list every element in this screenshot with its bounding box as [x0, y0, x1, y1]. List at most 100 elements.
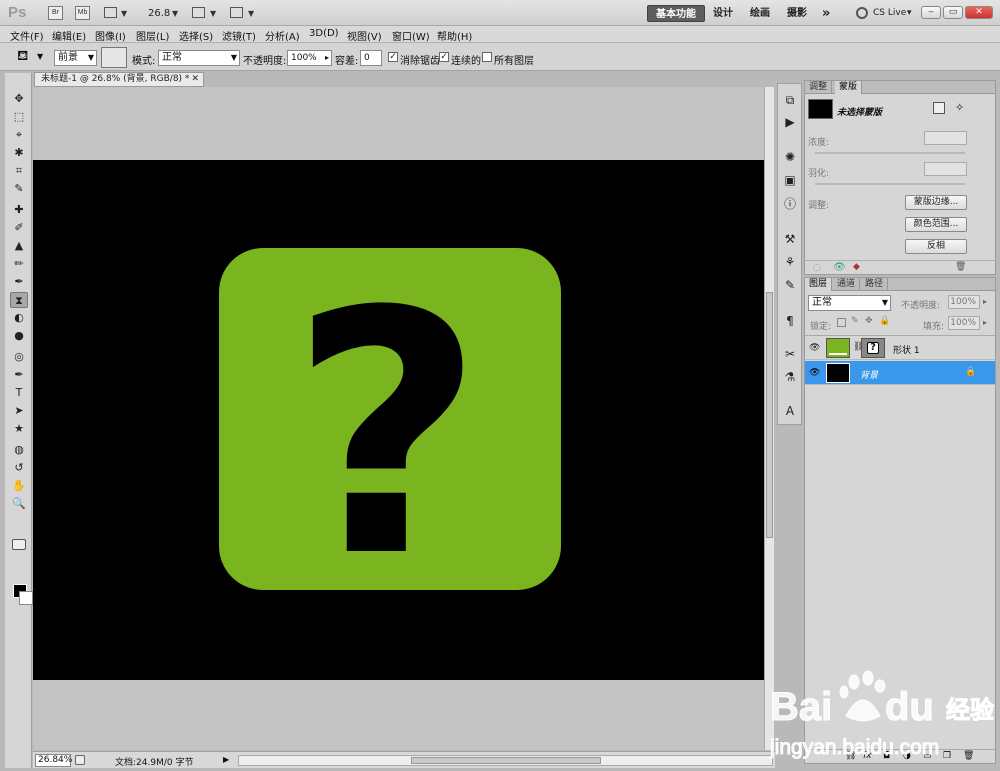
status-menu-arrow-icon[interactable]: ▶	[223, 755, 229, 764]
menu-file[interactable]: 文件(F)	[10, 28, 44, 43]
clone-stamp-tool-icon[interactable]: ▲	[10, 238, 28, 254]
feather-field[interactable]	[924, 162, 967, 176]
tool-presets-panel-icon[interactable]: ✎	[782, 277, 798, 293]
new-layer-icon[interactable]: ❐	[943, 751, 951, 761]
feather-slider[interactable]	[815, 183, 965, 185]
paint-bucket-icon[interactable]: ⛾	[17, 48, 28, 66]
trash-icon[interactable]: 🗑	[955, 262, 966, 272]
antialias-checkbox[interactable]: ✓	[388, 52, 398, 62]
cs-live-icon[interactable]	[856, 7, 868, 19]
hand-tool-icon[interactable]: ✋	[10, 478, 28, 494]
trash-icon[interactable]: 🗑	[963, 751, 974, 761]
healing-brush-tool-icon[interactable]: ✚	[10, 202, 28, 218]
chevron-down-icon[interactable]: ▾	[907, 8, 912, 18]
actions-panel-icon[interactable]: ▶	[782, 114, 798, 130]
mini-bridge-button[interactable]: Mb	[75, 6, 90, 20]
dodge-tool-icon[interactable]: ●	[10, 328, 28, 344]
menu-select[interactable]: 选择(S)	[179, 28, 213, 43]
type-tool-icon[interactable]: T	[10, 385, 28, 401]
history-panel-icon[interactable]: ⧉	[782, 92, 798, 108]
layer-blend-mode-select[interactable]: 正常 ▼	[808, 295, 891, 311]
3d-rotate-tool-icon[interactable]: ◍	[10, 442, 28, 458]
lock-transparent-icon[interactable]	[837, 318, 846, 327]
quick-mask-icon[interactable]	[12, 539, 26, 550]
workspace-photography[interactable]: 摄影	[779, 5, 815, 22]
fill-source-select[interactable]: 前景 ▼	[54, 50, 97, 66]
opacity-input[interactable]: 100% ▸	[287, 50, 332, 66]
chevron-down-icon[interactable]: ▼	[37, 52, 43, 61]
chevron-right-icon[interactable]: ▸	[983, 297, 987, 306]
brush-tool-icon[interactable]: ✐	[10, 220, 28, 236]
cs-live-label[interactable]: CS Live	[873, 8, 906, 18]
menu-analysis[interactable]: 分析(A)	[265, 28, 300, 43]
character-styles-icon[interactable]: A	[782, 403, 798, 419]
blur-tool-icon[interactable]: ◐	[10, 310, 28, 326]
density-field[interactable]	[924, 131, 967, 145]
paragraph-panel-icon[interactable]: ¶	[782, 313, 798, 329]
tab-layers[interactable]: 图层	[805, 278, 833, 291]
apply-mask-icon[interactable]: ◆	[853, 262, 860, 272]
lasso-tool-icon[interactable]: ⌖	[10, 127, 28, 143]
restore-button[interactable]: ▭	[943, 6, 963, 19]
eyedropper-tool-icon[interactable]: ✎	[10, 181, 28, 197]
menu-edit[interactable]: 编辑(E)	[52, 28, 86, 43]
pattern-picker[interactable]	[101, 47, 127, 68]
blend-mode-select[interactable]: 正常 ▼	[158, 50, 240, 66]
tab-masks[interactable]: 蒙版	[835, 81, 863, 94]
density-slider[interactable]	[815, 152, 965, 154]
info-panel-icon[interactable]: ⓘ	[782, 196, 798, 212]
workspace-design[interactable]: 设计	[705, 5, 741, 22]
3d-orbit-tool-icon[interactable]: ↺	[10, 460, 28, 476]
layer-style-icon[interactable]: fx	[863, 751, 872, 761]
all-layers-checkbox[interactable]	[482, 52, 492, 62]
swatches-panel-icon[interactable]: ✺	[782, 149, 798, 165]
more-workspaces-button[interactable]: »	[814, 5, 838, 22]
background-color-swatch[interactable]	[19, 591, 33, 605]
sponge-tool-icon[interactable]: ◎	[10, 349, 28, 365]
eye-icon[interactable]: 👁	[809, 343, 820, 353]
vertical-scrollbar[interactable]	[764, 87, 774, 750]
tab-paths[interactable]: 路径	[861, 278, 889, 291]
lock-all-icon[interactable]: 🔒	[879, 316, 890, 326]
workspace-essentials[interactable]: 基本功能	[647, 5, 705, 22]
chevron-right-icon[interactable]: ▸	[983, 318, 987, 327]
chevron-down-icon[interactable]: ▼	[248, 9, 254, 18]
custom-shape-tool-icon[interactable]: ★	[10, 421, 28, 437]
menu-image[interactable]: 图像(I)	[95, 28, 126, 43]
layer-opacity-field[interactable]: 100%	[948, 295, 980, 309]
document-canvas-area[interactable]: ?	[33, 87, 764, 750]
tolerance-input[interactable]: 0	[360, 50, 382, 66]
view-extras-icon[interactable]	[104, 7, 117, 18]
workspace-painting[interactable]: 绘画	[742, 5, 778, 22]
tab-channels[interactable]: 通道	[833, 278, 861, 291]
document-tab[interactable]: 未标题-1 @ 26.8% (背景, RGB/8) * ✕	[34, 72, 204, 87]
menu-window[interactable]: 窗口(W)	[392, 28, 430, 43]
chevron-down-icon[interactable]: ▼	[172, 9, 178, 18]
invert-button[interactable]: 反相	[905, 239, 967, 254]
tab-adjustments[interactable]: 调整	[805, 81, 833, 94]
pen-tool-icon[interactable]: ✒	[10, 367, 28, 383]
new-group-icon[interactable]: ▭	[923, 751, 932, 761]
3d-panel-icon[interactable]: ⚗	[782, 369, 798, 385]
path-select-tool-icon[interactable]: ➤	[10, 403, 28, 419]
status-icon[interactable]	[75, 755, 85, 765]
close-button[interactable]: ✕	[965, 6, 993, 19]
add-vector-mask-icon[interactable]: ✧	[955, 101, 964, 114]
screen-mode-icon[interactable]	[230, 7, 243, 18]
add-pixel-mask-icon[interactable]	[933, 102, 945, 114]
close-icon[interactable]: ✕	[191, 73, 199, 86]
fill-field[interactable]: 100%	[948, 316, 980, 330]
zoom-tool-icon[interactable]: 🔍	[10, 496, 28, 512]
menu-view[interactable]: 视图(V)	[347, 28, 382, 43]
contiguous-checkbox[interactable]: ✓	[439, 52, 449, 62]
paint-bucket-tool-icon[interactable]: ⧗	[10, 292, 28, 308]
styles-panel-icon[interactable]: ▣	[782, 172, 798, 188]
scrollbar-thumb[interactable]	[766, 292, 773, 538]
character-panel-icon[interactable]: ✂	[782, 346, 798, 362]
eraser-tool-icon[interactable]: ✒	[10, 274, 28, 290]
crop-tool-icon[interactable]: ⌗	[10, 163, 28, 179]
status-zoom-input[interactable]: 26.84%	[35, 754, 72, 767]
eye-icon[interactable]: 👁	[833, 262, 846, 273]
menu-filter[interactable]: 滤镜(T)	[222, 28, 256, 43]
chevron-down-icon[interactable]: ▼	[121, 9, 127, 18]
